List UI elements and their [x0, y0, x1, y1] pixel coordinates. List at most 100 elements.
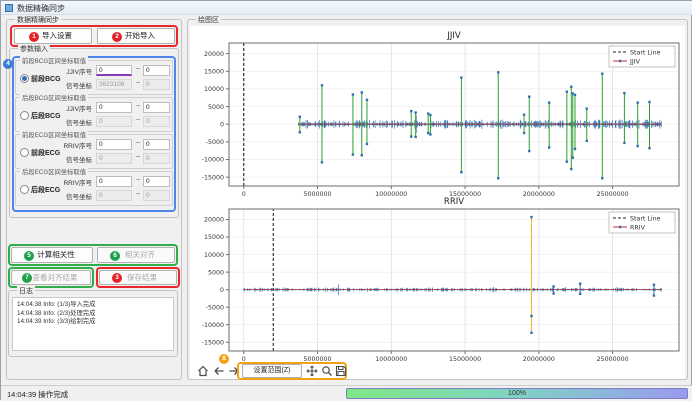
rear-ecg-coord-label: 信号坐标: [54, 191, 92, 201]
zoom-icon[interactable]: [321, 365, 333, 377]
view-align-result-button[interactable]: 7 查看对齐结果: [11, 270, 91, 285]
svg-text:-5000: -5000: [206, 304, 224, 311]
compute-correlation-button[interactable]: 5 计算相关性: [11, 247, 93, 263]
section-front-ecg: 前段ECG区间坐标取值 前段ECG RRIV序号 ~ 信号坐标 ~: [15, 134, 173, 169]
save-result-button[interactable]: 3 保存结果: [99, 270, 177, 285]
svg-text:20000: 20000: [204, 217, 224, 224]
badge-7: 7: [22, 273, 32, 283]
svg-text:15000000: 15000000: [449, 356, 481, 363]
section-rear-bcg: 后段BCG区间坐标取值 后段BCG JJIV序号 ~ 信号坐标 ~: [15, 97, 173, 132]
front-ecg-radio[interactable]: [20, 148, 29, 157]
front-bcg-radio[interactable]: [20, 74, 29, 83]
window-title: 数据精确同步: [17, 3, 65, 14]
front-bcg-coord-label: 信号坐标: [54, 80, 92, 90]
badge-5: 5: [24, 251, 34, 261]
front-bcg-jjiv-from-input[interactable]: [96, 65, 132, 76]
left-panel-title: 数据精确同步: [15, 15, 61, 25]
badge-4: 4: [3, 59, 13, 69]
svg-text:Start Line: Start Line: [630, 50, 661, 57]
front-bcg-coord-from-input: [96, 79, 132, 90]
save-icon[interactable]: [335, 365, 347, 377]
app-window: 数据精确同步 数据精确同步 1 导入设置 2 开始导入 参数输入 4 前段BCG…: [0, 0, 692, 400]
rear-bcg-jjiv-from-input[interactable]: [96, 102, 132, 113]
svg-text:15000: 15000: [204, 234, 224, 241]
front-bcg-jjiv-to-input[interactable]: [143, 65, 170, 76]
rear-bcg-jjiv-to-input[interactable]: [143, 102, 170, 113]
svg-text:RRIV: RRIV: [444, 197, 464, 207]
progress-label: 100%: [508, 390, 526, 397]
badge-2: 2: [112, 32, 122, 42]
pan-icon[interactable]: [306, 365, 318, 377]
badge-8: 8: [219, 354, 229, 364]
home-icon[interactable]: [197, 365, 209, 377]
svg-text:RRIV: RRIV: [630, 225, 646, 232]
log-line: 14:04:39 Info: (3/3)绘制完成: [17, 318, 173, 327]
tilde: ~: [136, 191, 140, 198]
front-bcg-jjiv-label: JJIV序号: [54, 66, 92, 76]
section-front-ecg-title: 前段ECG区间坐标取值: [20, 130, 88, 139]
svg-text:10000000: 10000000: [375, 356, 407, 363]
front-ecg-rriv-from-input[interactable]: [96, 139, 132, 150]
front-ecg-rriv-to-input[interactable]: [143, 139, 170, 150]
align-button[interactable]: 6 相关对齐: [97, 247, 175, 263]
svg-text:5000: 5000: [208, 104, 224, 111]
front-ecg-coord-to-input: [143, 153, 170, 164]
start-import-label: 开始导入: [98, 29, 174, 43]
svg-text:-10000: -10000: [202, 322, 224, 329]
svg-text:0: 0: [220, 287, 224, 294]
back-icon[interactable]: [213, 365, 225, 377]
svg-text:-5000: -5000: [206, 139, 224, 146]
svg-text:15000: 15000: [204, 68, 224, 75]
import-settings-label: 导入设置: [15, 29, 91, 43]
svg-text:25000000: 25000000: [597, 356, 629, 363]
svg-text:JJIV: JJIV: [446, 31, 461, 41]
svg-text:-10000: -10000: [202, 157, 224, 164]
tilde: ~: [136, 117, 140, 124]
set-range-button[interactable]: 设置范围(Z): [242, 364, 302, 378]
rear-ecg-coord-from-input: [96, 190, 132, 201]
svg-text:JJIV: JJIV: [629, 59, 641, 66]
app-icon: [5, 4, 13, 12]
rear-bcg-jjiv-label: JJIV序号: [54, 103, 92, 113]
rear-bcg-radio[interactable]: [20, 111, 29, 120]
tilde: ~: [136, 154, 140, 161]
tilde: ~: [136, 140, 140, 147]
start-import-button[interactable]: 2 开始导入: [97, 28, 175, 44]
rear-bcg-coord-to-input: [143, 116, 170, 127]
section-rear-ecg: 后段ECG区间坐标取值 后段ECG RRIV序号 ~ 信号坐标 ~: [15, 171, 173, 206]
plot-panel-title: 绘图区: [196, 15, 221, 25]
rear-bcg-coord-from-input: [96, 116, 132, 127]
front-bcg-coord-to-input: [143, 79, 170, 90]
log-textarea[interactable]: 14:04:38 Info: (1/3)导入完成 14:04:38 Info: …: [12, 297, 174, 351]
section-rear-ecg-title: 后段ECG区间坐标取值: [20, 167, 88, 176]
front-ecg-coord-label: 信号坐标: [54, 154, 92, 164]
status-bar: 14:04:39 操作完成 100%: [1, 385, 692, 401]
window-titlebar: 数据精确同步: [1, 1, 692, 15]
svg-text:5000: 5000: [208, 269, 224, 276]
svg-text:-15000: -15000: [202, 174, 224, 181]
rear-ecg-rriv-to-input[interactable]: [143, 176, 170, 187]
svg-text:10000: 10000: [204, 86, 224, 93]
svg-text:10000: 10000: [204, 252, 224, 259]
svg-text:20000: 20000: [204, 51, 224, 58]
rear-ecg-radio[interactable]: [20, 185, 29, 194]
rear-ecg-rriv-from-input[interactable]: [96, 176, 132, 187]
tilde: ~: [136, 80, 140, 87]
rear-ecg-coord-to-input: [143, 190, 170, 201]
svg-text:Start Line: Start Line: [630, 216, 661, 223]
log-line: 14:04:38 Info: (1/3)导入完成: [17, 301, 173, 310]
log-line: 14:04:38 Info: (2/3)处理完成: [17, 310, 173, 319]
rear-ecg-rriv-label: RRIV序号: [54, 177, 92, 187]
import-settings-button[interactable]: 1 导入设置: [14, 28, 92, 44]
jjiv-chart: 0500000010000000150000002000000025000000…: [191, 28, 684, 198]
params-group-title: 参数输入: [18, 44, 50, 54]
badge-6: 6: [110, 251, 120, 261]
svg-text:20000000: 20000000: [523, 356, 555, 363]
rriv-chart: 0500000010000000150000002000000025000000…: [191, 197, 684, 363]
svg-text:-15000: -15000: [202, 339, 224, 346]
set-range-label: 设置范围(Z): [243, 365, 301, 377]
section-front-bcg: 前段BCG区间坐标取值 前段BCG JJIV序号 ~ 信号坐标 ~: [15, 60, 173, 95]
badge-1: 1: [29, 32, 39, 42]
front-ecg-rriv-label: RRIV序号: [54, 140, 92, 150]
tilde: ~: [136, 103, 140, 110]
